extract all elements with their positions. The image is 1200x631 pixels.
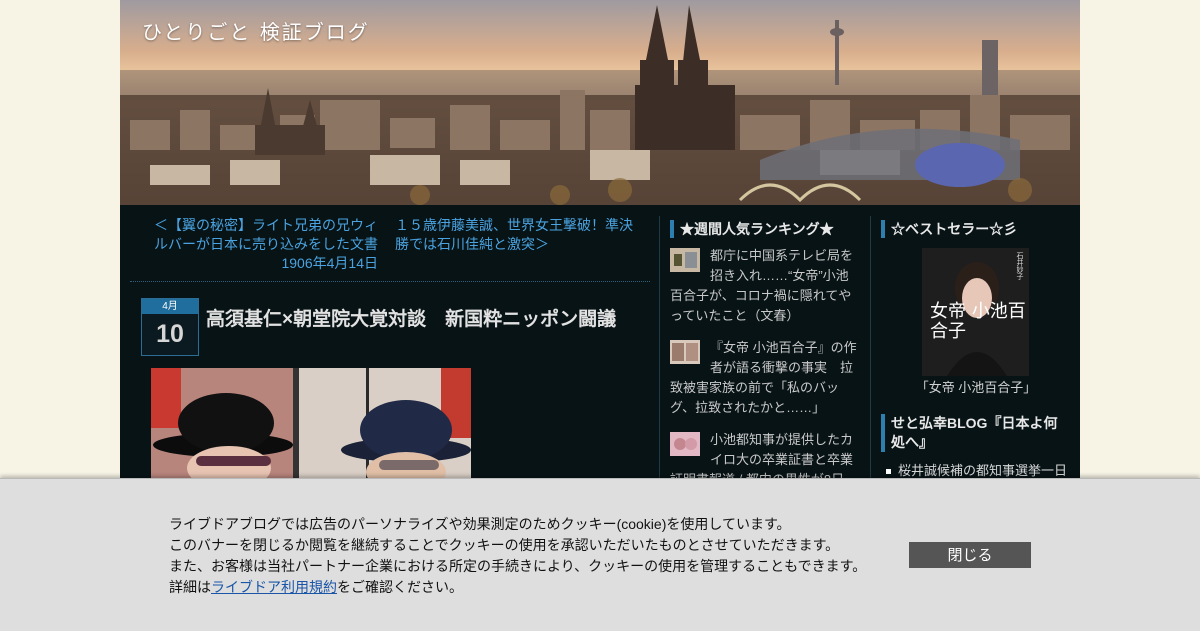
cookie-line: ライブドアブログでは広告のパーソナライズや効果測定のためクッキー(cookie)…	[169, 516, 791, 532]
ranking-item[interactable]: 都庁に中国系テレビ局を招き入れ……“女帝”小池百合子が、コロナ禍に隠れてやってい…	[670, 246, 860, 326]
ranking-item[interactable]: 『女帝 小池百合子』の作者が語る衝撃の事実 拉致被害家族の前で「私のバッグ、拉致…	[670, 338, 860, 418]
prev-article-link[interactable]: ＜【翼の秘密】ライト兄弟の兄ウィルバーが日本に売り込みをした文書 1906年4月…	[150, 216, 378, 273]
cookie-line: 詳細はライブドア利用規約をご確認ください。	[169, 577, 866, 598]
date-day: 10	[156, 320, 184, 348]
blog-section-heading: せと弘幸BLOG『日本よ何処へ』	[881, 414, 1071, 452]
cookie-line: このバナーを閉じるか閲覧を継続することでクッキーの使用を承認いただいたものとさせ…	[169, 537, 840, 553]
cookie-line-prefix: 詳細は	[169, 579, 211, 595]
bullet-icon	[886, 469, 891, 475]
bestseller-heading: ☆ベストセラー☆彡	[881, 220, 1017, 238]
blog-link-text[interactable]: 桜井誠候補の都知事選挙一日	[898, 463, 1067, 478]
divider	[130, 281, 650, 282]
cookie-line-suffix: をご確認ください。	[337, 579, 463, 595]
date-month: 4月	[142, 299, 198, 314]
blog-title[interactable]: ひとりごと 検証ブログ	[142, 16, 370, 45]
right-sidebar: ☆ベストセラー☆彡 石井妙子 女帝 小池百合子 「女帝 小池百合子」 せと弘幸B…	[870, 216, 1081, 478]
book-author-text: 石井妙子	[1016, 252, 1024, 280]
ranking-thumbnail	[670, 248, 700, 272]
article-photo[interactable]	[151, 368, 471, 478]
close-button[interactable]: 閉じる	[909, 542, 1031, 568]
ranking-heading: ★週間人気ランキング★	[670, 220, 834, 238]
ranking-thumbnail	[670, 432, 700, 456]
cookie-banner: ライブドアブログでは広告のパーソナライズや効果測定のためクッキー(cookie)…	[0, 478, 1200, 631]
date-badge: 4月 10	[141, 298, 199, 356]
article-photo-image	[151, 368, 471, 478]
book-caption[interactable]: 「女帝 小池百合子」	[871, 377, 1081, 396]
cookie-text: ライブドアブログでは広告のパーソナライズや効果測定のためクッキー(cookie)…	[169, 514, 866, 598]
book-cover-title: 女帝 小池百合子	[930, 301, 1026, 342]
next-article-link[interactable]: １５歳伊藤美誠、世界女王撃破！準決勝では石川佳純と激突＞	[395, 216, 635, 254]
ranking-sidebar: ★週間人気ランキング★ 都庁に中国系テレビ局を招き入れ……“女帝”小池百合子が、…	[659, 216, 870, 487]
ranking-thumbnail	[670, 340, 700, 364]
blog-link-item[interactable]: 桜井誠候補の都知事選挙一日	[886, 460, 1067, 479]
blog-header[interactable]: ひとりごと 検証ブログ	[120, 0, 1080, 205]
article-title[interactable]: 高須基仁×朝堂院大覚対談 新国粋ニッポン闘議	[206, 304, 616, 331]
book-cover-image[interactable]: 石井妙子 女帝 小池百合子	[922, 248, 1029, 376]
cookie-line: また、お客様は当社パートナー企業における所定の手続きにより、クッキーの使用を管理…	[169, 558, 867, 574]
terms-link[interactable]: ライブドア利用規約	[211, 579, 337, 595]
